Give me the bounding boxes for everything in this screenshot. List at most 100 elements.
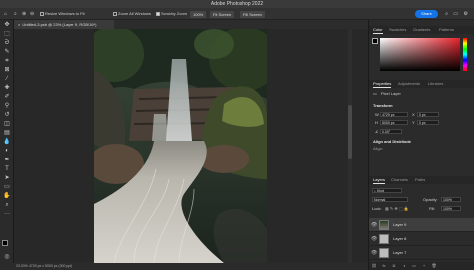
- path-select-tool-icon[interactable]: ➤: [3, 175, 11, 182]
- healing-tool-icon[interactable]: ✚: [3, 85, 11, 92]
- move-tool-icon[interactable]: ✥: [3, 22, 11, 29]
- visibility-eye-icon[interactable]: 👁: [371, 222, 377, 228]
- layer-filter-select[interactable]: ⌕ Kind: [372, 188, 402, 193]
- fill-field[interactable]: 100%: [441, 206, 461, 211]
- search-icon[interactable]: ⌕: [445, 11, 448, 17]
- more-tools-icon[interactable]: ···: [3, 211, 11, 218]
- tab-layers[interactable]: Layers: [373, 176, 386, 184]
- visibility-eye-icon[interactable]: 👁: [371, 250, 377, 256]
- zoom-in-icon[interactable]: ⊕: [22, 11, 26, 17]
- fit-screen-button[interactable]: Fit Screen: [210, 11, 235, 18]
- scrubby-zoom-checkbox[interactable]: Scrubby Zoom: [156, 11, 187, 17]
- layer-name: Layer 8: [393, 236, 407, 241]
- zoom-tool-icon[interactable]: ⌕: [14, 11, 17, 17]
- layer-thumbnail: [379, 248, 389, 258]
- lasso-tool-icon[interactable]: ᘐ: [3, 40, 11, 47]
- vertical-scrollbar[interactable]: [348, 29, 352, 263]
- tab-libraries[interactable]: Libraries: [428, 80, 443, 88]
- document-tab-title: Untitled-3.psb @ 23% (Layer 9, RGB/16*): [22, 22, 97, 27]
- eyedropper-tool-icon[interactable]: ⁄: [3, 76, 11, 83]
- type-tool-icon[interactable]: T: [3, 166, 11, 173]
- settings-icon[interactable]: ⚙: [464, 11, 468, 17]
- brush-tool-icon[interactable]: ✐: [3, 94, 11, 101]
- layer-row[interactable]: 👁 Layer 8: [369, 232, 474, 246]
- fill-screen-button[interactable]: Fill Screen: [240, 11, 265, 18]
- zoom-100-button[interactable]: 100%: [190, 11, 207, 18]
- layer-kind-icon: ▭: [373, 91, 377, 96]
- gradient-tool-icon[interactable]: ▤: [3, 130, 11, 137]
- lock-icons[interactable]: ▦ ✎ ✥ ⬚ 🔒: [385, 206, 409, 211]
- link-layers-icon[interactable]: ⛓: [369, 262, 379, 270]
- mask-icon[interactable]: ◘: [389, 262, 399, 270]
- layer-row[interactable]: 👁 Layer 7: [369, 246, 474, 260]
- blend-mode-select[interactable]: Normal: [372, 197, 408, 202]
- pen-tool-icon[interactable]: ✒: [3, 157, 11, 164]
- resize-windows-label: Resize Windows to Fit: [45, 11, 85, 16]
- window-title: Adobe Photoshop 2022: [210, 1, 264, 7]
- color-picker-field[interactable]: [380, 38, 460, 71]
- group-icon[interactable]: ▭: [409, 262, 419, 270]
- new-layer-icon[interactable]: +: [419, 262, 429, 270]
- eraser-tool-icon[interactable]: ◫: [3, 121, 11, 128]
- tab-gradients[interactable]: Gradients: [413, 26, 430, 34]
- document-image[interactable]: [94, 29, 267, 263]
- quick-mask-icon[interactable]: ◎: [3, 254, 11, 261]
- layer-row[interactable]: 👁 Layer 9: [369, 218, 474, 232]
- share-button[interactable]: Share: [415, 10, 438, 18]
- blur-tool-icon[interactable]: 💧: [3, 139, 11, 146]
- foreground-color-swatch[interactable]: [2, 240, 8, 246]
- scrubby-zoom-label: Scrubby Zoom: [161, 11, 188, 16]
- panel-dock: Color Swatches Gradients Patterns Proper…: [368, 20, 474, 270]
- visibility-eye-icon[interactable]: 👁: [371, 236, 377, 242]
- marquee-tool-icon[interactable]: ⬚: [3, 31, 11, 38]
- stamp-tool-icon[interactable]: ⚲: [3, 103, 11, 110]
- frame-tool-icon[interactable]: ⊠: [3, 67, 11, 74]
- quick-select-tool-icon[interactable]: ✎: [3, 49, 11, 56]
- h-label: H: [375, 120, 378, 125]
- shape-tool-icon[interactable]: ▭: [3, 184, 11, 191]
- zoom-all-checkbox[interactable]: Zoom All Windows: [113, 11, 151, 17]
- document-tab-bar: × Untitled-3.psb @ 23% (Layer 9, RGB/16*): [14, 20, 368, 29]
- align-sub-label: Align:: [373, 146, 384, 151]
- x-label: X: [412, 112, 415, 117]
- tab-patterns[interactable]: Patterns: [439, 26, 454, 34]
- opacity-field[interactable]: 100%: [441, 197, 461, 202]
- tab-properties[interactable]: Properties: [373, 80, 392, 88]
- zoom-tool-icon[interactable]: ⌕: [3, 202, 11, 209]
- document-tab[interactable]: × Untitled-3.psb @ 23% (Layer 9, RGB/16*): [14, 20, 114, 29]
- tab-color[interactable]: Color: [373, 26, 383, 34]
- tab-channels[interactable]: Channels: [391, 176, 408, 184]
- delete-layer-icon[interactable]: 🗑: [429, 262, 439, 270]
- status-bar: 23.03% 4729 px x 5000 px (300 ppi): [0, 263, 368, 270]
- resize-windows-checkbox[interactable]: Resize Windows to Fit: [40, 11, 85, 17]
- angle-icon: ∠: [375, 129, 379, 134]
- vertical-scroll-thumb[interactable]: [348, 105, 352, 159]
- tab-adjustments[interactable]: Adjustments: [398, 80, 420, 88]
- y-field[interactable]: 0 px: [417, 120, 439, 125]
- hue-slider[interactable]: [463, 38, 467, 71]
- x-field[interactable]: 0 px: [417, 112, 439, 117]
- layer-name: Layer 9: [393, 222, 407, 227]
- fx-icon[interactable]: fx: [379, 262, 389, 270]
- photoshop-window: Adobe Photoshop 2022 ⌂ ⌕ ⊕ ⊖ Resize Wind…: [0, 0, 474, 270]
- waterfall-photo: [94, 29, 267, 263]
- foreground-swatch[interactable]: [372, 38, 378, 44]
- width-field[interactable]: 4729 px: [380, 112, 408, 117]
- home-icon[interactable]: ⌂: [4, 11, 7, 17]
- share-label: Share: [421, 11, 432, 16]
- hand-tool-icon[interactable]: ✋: [3, 193, 11, 200]
- tab-swatches[interactable]: Swatches: [389, 26, 406, 34]
- height-field[interactable]: 5000 px: [380, 120, 408, 125]
- angle-field[interactable]: 0.00°: [380, 129, 402, 134]
- tab-paths[interactable]: Paths: [415, 176, 425, 184]
- layers-panel-tabs: Layers Channels Paths: [369, 176, 474, 184]
- dodge-tool-icon[interactable]: ◐: [3, 148, 11, 155]
- close-icon[interactable]: ×: [18, 22, 20, 27]
- w-label: W: [375, 112, 379, 117]
- adjustment-icon[interactable]: ◑: [399, 262, 409, 270]
- zoom-out-icon[interactable]: ⊖: [30, 11, 34, 17]
- options-bar: ⌂ ⌕ ⊕ ⊖ Resize Windows to Fit Zoom All W…: [0, 8, 474, 20]
- workspace-icon[interactable]: ▭: [453, 11, 458, 17]
- history-brush-icon[interactable]: ↺: [3, 112, 11, 119]
- crop-tool-icon[interactable]: ⌗: [3, 58, 11, 65]
